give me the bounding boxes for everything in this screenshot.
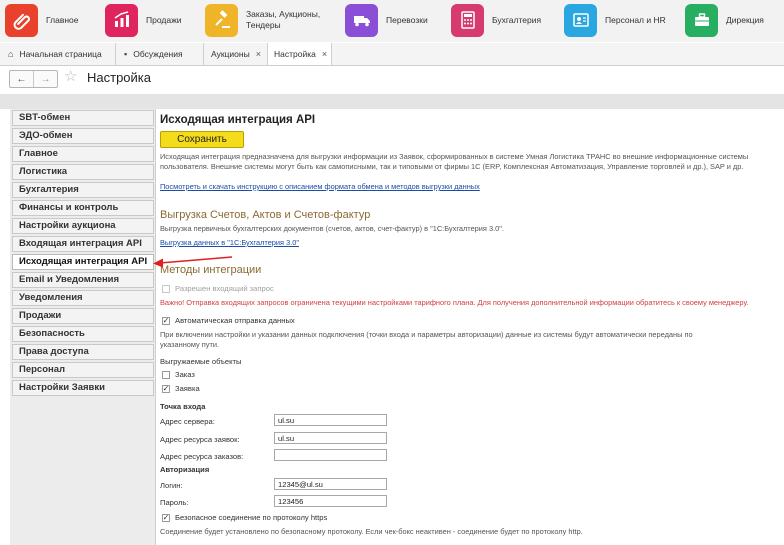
sidebar-item-edo[interactable]: ЭДО-обмен	[12, 128, 154, 144]
checkbox-box[interactable]	[162, 284, 170, 293]
requests-label: Адрес ресурса заявок:	[160, 435, 240, 444]
briefcase-icon	[685, 3, 718, 37]
sidebar-item-personnel[interactable]: Персонал	[12, 362, 154, 378]
module-orders[interactable]: Заказы, Аукционы, Тендеры	[205, 3, 326, 37]
sidebar-item-accounting[interactable]: Бухгалтерия	[12, 182, 154, 198]
tab-home[interactable]: ⌂ Начальная страница	[0, 43, 116, 65]
tab-label: Обсуждения	[133, 49, 183, 59]
history-nav: ← →	[9, 70, 58, 88]
checkbox-label: Автоматическая отправка данных	[175, 316, 295, 325]
checkbox-label: Безопасное соединение по протоколу https	[175, 513, 328, 522]
sidebar-item-email[interactable]: Email и Уведомления	[12, 272, 154, 288]
sidebar-item-notifications[interactable]: Уведомления	[12, 290, 154, 306]
settings-panel: Исходящая интеграция API Сохранить Исход…	[156, 109, 784, 545]
checkbox-label: Заявка	[175, 384, 200, 393]
sidebar-item-sbt[interactable]: SBT-обмен	[12, 110, 154, 126]
password-label: Пароль:	[160, 498, 189, 507]
truck-icon	[345, 3, 378, 37]
orders-label: Адрес ресурса заказов:	[160, 452, 244, 461]
checkbox-box[interactable]: ✓	[162, 316, 170, 325]
incoming-request-checkbox[interactable]: Разрешен входящий запрос	[162, 284, 274, 293]
request-checkbox[interactable]: ✓ Заявка	[162, 384, 200, 393]
module-directorate[interactable]: Дирекция	[685, 3, 764, 37]
order-checkbox[interactable]: Заказ	[162, 370, 195, 379]
sidebar-item-security[interactable]: Безопасность	[12, 326, 154, 342]
sidebar: SBT-обмен ЭДО-обмен Главное Логистика Бу…	[10, 109, 156, 545]
module-label: Дирекция	[726, 14, 764, 25]
close-icon[interactable]: ×	[256, 49, 261, 59]
instruction-link[interactable]: Посмотреть и скачать инструкцию с описан…	[160, 182, 480, 191]
clip-icon	[5, 3, 38, 37]
module-hr[interactable]: Персонал и HR	[564, 3, 666, 37]
orders-input[interactable]	[274, 449, 387, 461]
star-icon[interactable]: ☆	[64, 67, 77, 85]
checkbox-box[interactable]: ✓	[162, 384, 170, 393]
tab-auctions[interactable]: Аукционы ×	[204, 43, 268, 65]
sidebar-item-request-settings[interactable]: Настройки Заявки	[12, 380, 154, 396]
chart-icon	[105, 3, 138, 37]
auto-send-description: При включении настройки и указании данны…	[160, 330, 693, 349]
module-label: Продажи	[146, 14, 182, 25]
page-title: Настройка	[87, 70, 151, 85]
forward-button[interactable]: →	[33, 71, 57, 87]
tab-discussions[interactable]: ▪ Обсуждения	[116, 43, 204, 65]
module-main[interactable]: Главное	[5, 3, 78, 37]
back-button[interactable]: ←	[10, 71, 33, 87]
sidebar-item-finance[interactable]: Финансы и контроль	[12, 200, 154, 216]
https-note: Соединение будет установлено по безопасн…	[160, 527, 583, 536]
module-transport[interactable]: Перевозки	[345, 3, 428, 37]
checkbox-label: Разрешен входящий запрос	[175, 284, 274, 293]
checkbox-box[interactable]: ✓	[162, 513, 170, 522]
server-label: Адрес сервера:	[160, 417, 215, 426]
home-icon: ⌂	[8, 49, 14, 59]
sidebar-item-incoming-api[interactable]: Входящая интеграция API	[12, 236, 154, 252]
chat-icon: ▪	[124, 49, 128, 59]
module-label: Персонал и HR	[605, 14, 666, 25]
section-description: Исходящая интеграция предназначена для в…	[160, 152, 749, 171]
badge-icon	[564, 3, 597, 37]
sidebar-item-outgoing-api[interactable]: Исходящая интеграция API	[12, 254, 154, 270]
save-button[interactable]: Сохранить	[160, 131, 244, 148]
auth-title: Авторизация	[160, 465, 210, 474]
module-label: Бухгалтерия	[492, 14, 542, 25]
command-bar	[0, 94, 784, 109]
tab-strip: ⌂ Начальная страница ▪ Обсуждения Аукцио…	[0, 43, 784, 66]
sidebar-item-auction[interactable]: Настройки аукциона	[12, 218, 154, 234]
requests-input[interactable]	[274, 432, 387, 444]
close-icon[interactable]: ×	[322, 49, 327, 59]
checkbox-box[interactable]	[162, 370, 170, 379]
tariff-warning: Важно! Отправка входящих запросов ограни…	[160, 298, 749, 307]
export-link[interactable]: Выгрузка данных в "1С:Бухгалтерия 3.0"	[160, 238, 299, 247]
module-bar: Главное Продажи Заказы, Аукционы, Тендер…	[0, 0, 784, 42]
module-label: Заказы, Аукционы, Тендеры	[246, 9, 321, 30]
module-sales[interactable]: Продажи	[105, 3, 182, 37]
checkbox-label: Заказ	[175, 370, 195, 379]
export-description: Выгрузка первичных бухгалтерских докумен…	[160, 224, 504, 233]
gavel-icon	[205, 3, 238, 37]
sidebar-item-access[interactable]: Права доступа	[12, 344, 154, 360]
sidebar-item-sales[interactable]: Продажи	[12, 308, 154, 324]
https-checkbox[interactable]: ✓ Безопасное соединение по протоколу htt…	[162, 513, 327, 522]
module-label: Главное	[46, 14, 79, 25]
methods-title: Методы интеграции	[160, 264, 262, 276]
section-title: Исходящая интеграция API	[160, 114, 316, 126]
export-objects-label: Выгружаемые объекты	[160, 357, 242, 366]
auto-send-checkbox[interactable]: ✓ Автоматическая отправка данных	[162, 316, 295, 325]
entry-point-title: Точка входа	[160, 402, 206, 411]
sidebar-item-main[interactable]: Главное	[12, 146, 154, 162]
tab-settings[interactable]: Настройка ×	[268, 43, 332, 65]
password-input[interactable]	[274, 495, 387, 507]
login-input[interactable]	[274, 478, 387, 490]
module-accounting[interactable]: Бухгалтерия	[451, 3, 541, 37]
tab-label: Начальная страница	[19, 49, 102, 59]
export-title: Выгрузка Счетов, Актов и Счетов-фактур	[160, 209, 371, 221]
server-input[interactable]	[274, 414, 387, 426]
module-label: Перевозки	[386, 14, 428, 25]
tab-label: Аукционы	[211, 49, 250, 59]
tab-label: Настройка	[274, 49, 316, 59]
login-label: Логин:	[160, 481, 183, 490]
calculator-icon	[451, 3, 484, 37]
sidebar-item-logistics[interactable]: Логистика	[12, 164, 154, 180]
